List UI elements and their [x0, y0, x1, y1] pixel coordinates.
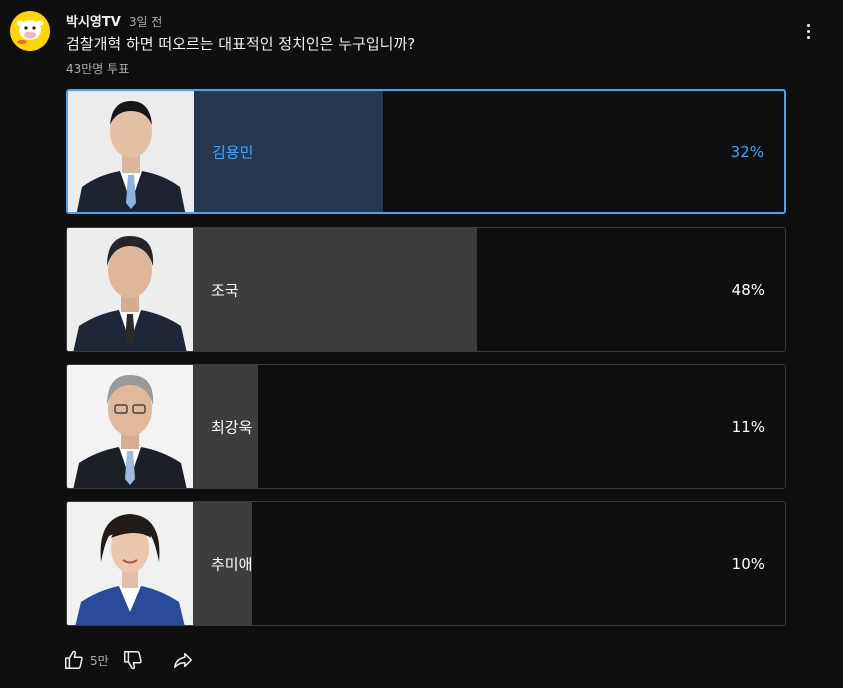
- poll-option[interactable]: 최강욱 11%: [66, 364, 786, 489]
- candidate-photo: [68, 91, 194, 212]
- poll-option[interactable]: 추미애 10%: [66, 501, 786, 626]
- more-options-button[interactable]: [796, 18, 820, 44]
- option-label: 최강욱: [211, 418, 253, 436]
- thumbs-down-icon: [123, 651, 142, 670]
- option-percent: 11%: [731, 417, 765, 436]
- more-vert-icon: [806, 23, 810, 27]
- option-percent: 32%: [730, 142, 764, 161]
- channel-avatar[interactable]: [10, 11, 50, 51]
- candidate-photo: [67, 365, 193, 488]
- poll-option[interactable]: 김용민 32%: [66, 89, 786, 214]
- option-label: 김용민: [212, 143, 254, 161]
- candidate-photo: [67, 228, 193, 351]
- option-label: 추미애: [211, 555, 253, 573]
- community-post: 박시영TV 3일 전 검찰개혁 하면 떠오르는 대표적인 정치인은 누구입니까?…: [0, 0, 843, 688]
- channel-name[interactable]: 박시영TV: [66, 11, 121, 30]
- cow-logo-icon: [10, 11, 50, 51]
- vote-count: 43만명 투표: [66, 62, 130, 76]
- option-label: 조국: [211, 281, 239, 299]
- candidate-photo: [67, 502, 193, 625]
- post-time[interactable]: 3일 전: [129, 13, 163, 30]
- action-bar: 5만: [62, 648, 195, 672]
- dislike-button[interactable]: [121, 648, 145, 672]
- poll-question: 검찰개혁 하면 떠오르는 대표적인 정치인은 누구입니까?: [66, 35, 416, 53]
- like-button[interactable]: [62, 648, 86, 672]
- share-button[interactable]: [171, 648, 195, 672]
- option-percent: 48%: [731, 280, 765, 299]
- option-percent: 10%: [731, 554, 765, 573]
- post-header: 박시영TV 3일 전: [66, 11, 162, 30]
- like-count: 5만: [90, 653, 109, 668]
- share-icon: [173, 652, 192, 669]
- poll-option[interactable]: 조국 48%: [66, 227, 786, 352]
- thumbs-up-icon: [65, 650, 83, 669]
